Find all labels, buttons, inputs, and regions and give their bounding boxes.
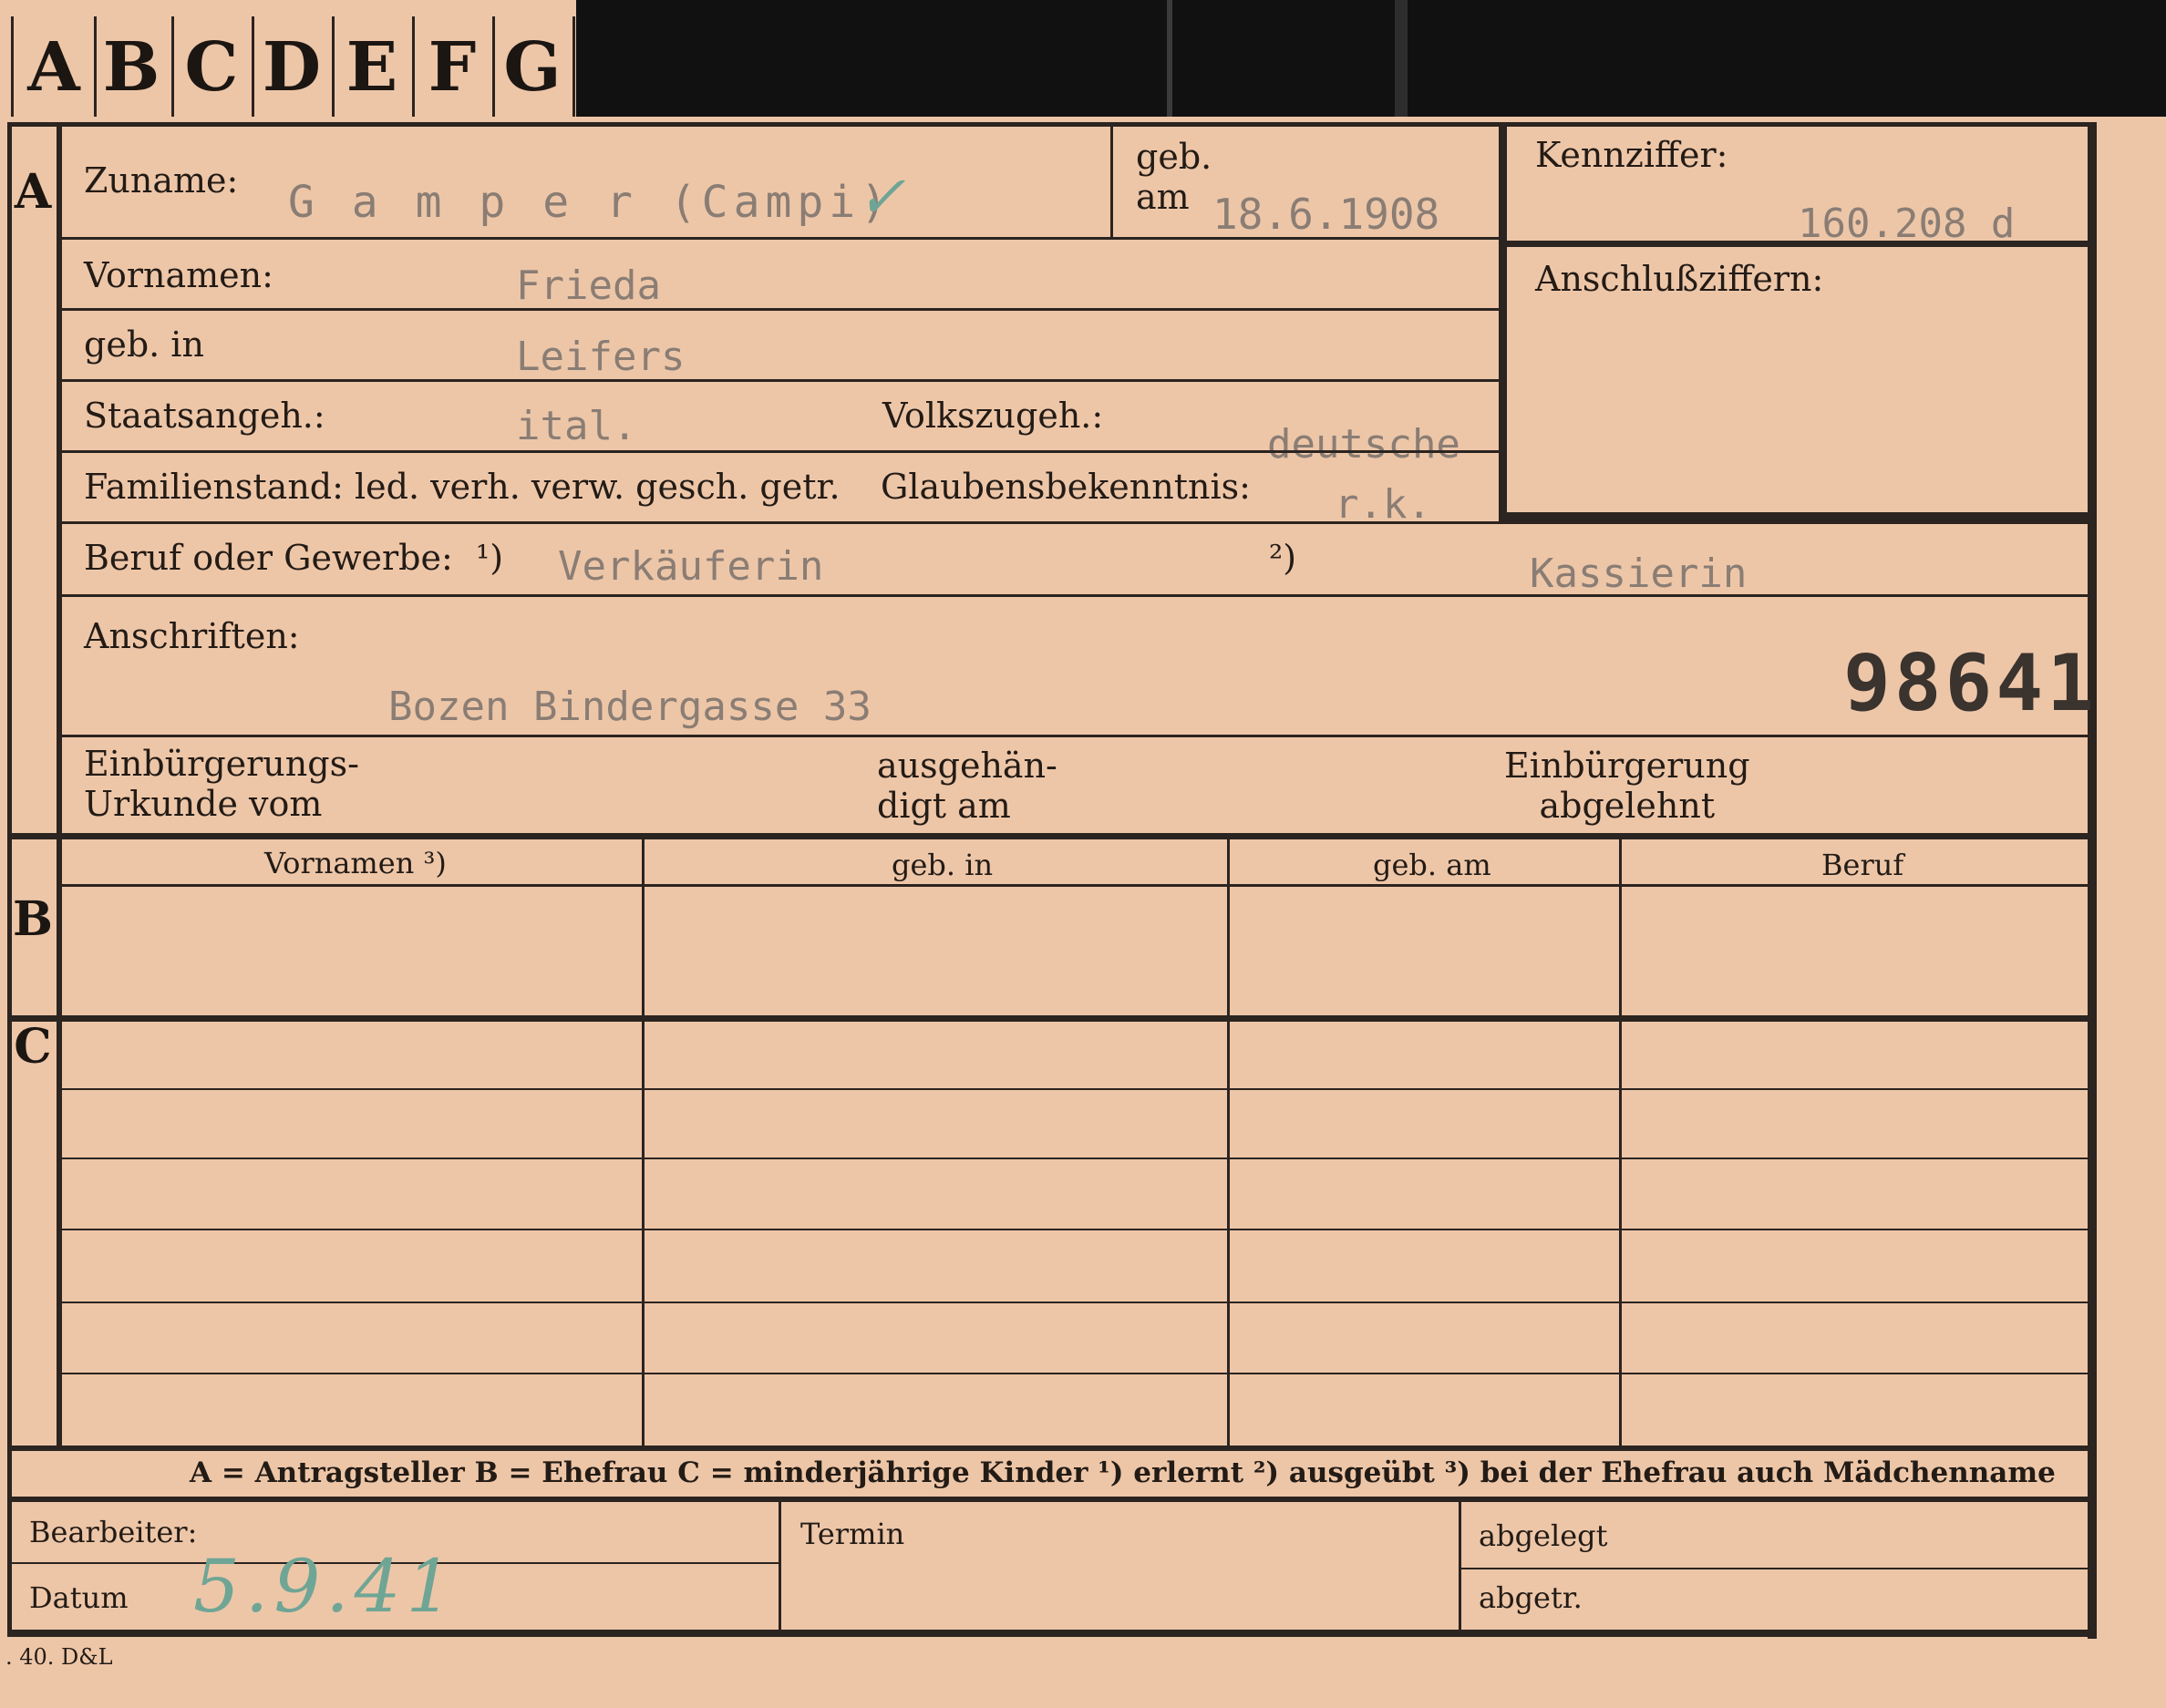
label-abgelegt: abgelegt <box>1479 1518 1608 1553</box>
frame-top <box>7 122 2093 127</box>
register-tab-d[interactable]: D <box>252 16 335 118</box>
rule-abgelegt-left <box>1459 1502 1461 1631</box>
rule-child-row-2 <box>62 1158 2089 1159</box>
register-tab-g[interactable]: G <box>492 16 575 118</box>
table-header-geb-am: geb. am <box>1373 848 1491 882</box>
value-zuname: G a m p e r (Campi) <box>288 177 893 228</box>
section-letter-c: C <box>14 1019 52 1075</box>
value-vornamen: Frieda <box>516 262 661 309</box>
rule-child-row-3 <box>62 1229 2089 1230</box>
value-geb-am: 18.6.1908 <box>1212 190 1440 239</box>
label-anschlussziffern: Anschlußziffern: <box>1535 259 1824 299</box>
value-geb-in: Leifers <box>516 334 686 380</box>
label-abgetr: abgetr. <box>1479 1580 1583 1615</box>
value-volkszugeh: deutsche <box>1267 421 1460 468</box>
value-beruf-ausgeuebt: Kassierin <box>1530 550 1748 597</box>
rule-termin-left <box>779 1502 781 1631</box>
label-kennziffer: Kennziffer: <box>1535 135 1728 175</box>
frame-left-inner <box>57 122 62 1446</box>
rule-row-7 <box>62 735 2089 737</box>
label-beruf: Beruf oder Gewerbe: <box>84 538 453 578</box>
table-header-geb-in: geb. in <box>892 848 994 882</box>
rule-anschlussziffern-bottom <box>1499 512 2089 521</box>
label-geb-in: geb. in <box>84 324 204 365</box>
table-header-beruf: Beruf <box>1821 848 1904 882</box>
section-letter-a: A <box>14 164 52 220</box>
value-datum-handwritten: 5.9.41 <box>193 1544 459 1629</box>
rule-table-top <box>7 833 2089 839</box>
rule-table-header-bottom <box>62 884 2089 887</box>
rule-child-row-1 <box>62 1088 2089 1090</box>
label-familienstand: Familienstand: led. verh. verw. gesch. g… <box>84 467 841 507</box>
label-datum: Datum <box>29 1580 129 1615</box>
label-volkszugeh: Volkszugeh.: <box>882 396 1104 436</box>
label-termin: Termin <box>800 1517 905 1551</box>
rule-row-5 <box>62 521 2089 524</box>
check-mark: ✓ <box>857 164 912 232</box>
value-staatsangeh: ital. <box>516 403 637 449</box>
label-einbuergerungs-urkunde: Einbürgerungs- Urkunde vom <box>84 744 359 824</box>
rule-child-row-4 <box>62 1302 2089 1303</box>
rule-row-3 <box>62 379 1499 382</box>
print-mark: . 40. D&L <box>5 1644 113 1670</box>
frame-left-outer <box>7 122 12 1635</box>
rule-legend-bottom <box>7 1497 2089 1502</box>
label-bearbeiter: Bearbeiter: <box>29 1515 198 1549</box>
value-beruf-erlernt: Verkäuferin <box>558 543 824 590</box>
label-vornamen: Vornamen: <box>84 255 273 295</box>
register-tab-a[interactable]: A <box>11 16 97 118</box>
backdrop-strip-b <box>1395 0 1408 117</box>
index-card-scan: ABCDEFG A B C Zuname: G a m p e r (Campi… <box>0 0 2166 1708</box>
label-geb-am: geb. am <box>1136 137 1212 217</box>
section-letter-b: B <box>13 891 53 947</box>
rule-row-2 <box>62 308 1499 311</box>
register-tab-f[interactable]: F <box>412 16 495 118</box>
table-header-vornamen: Vornamen ³) <box>264 846 447 880</box>
rule-legend-top <box>7 1446 2089 1451</box>
rule-geb-am-left <box>1110 124 1113 237</box>
label-einbuergerung-abgelehnt: Einbürgerung abgelehnt <box>1504 746 1750 826</box>
register-tab-strip: ABCDEFG <box>0 0 576 122</box>
backdrop-strip-a <box>1167 0 1172 117</box>
rule-table-col-1 <box>642 837 645 1446</box>
rule-table-col-2 <box>1227 837 1230 1446</box>
register-tab-b[interactable]: B <box>91 16 174 118</box>
value-anschrift: Bozen Bindergasse 33 <box>388 684 872 730</box>
rule-spouse-children-divider <box>7 1015 2089 1022</box>
beruf-note-2: ²) <box>1269 538 1297 578</box>
label-staatsangeh: Staatsangeh.: <box>84 396 325 436</box>
rule-abgelegt-bottom <box>1459 1568 2089 1569</box>
label-zuname: Zuname: <box>84 160 239 201</box>
rule-kennziffer-left <box>1499 124 1507 523</box>
register-tab-e[interactable]: E <box>332 16 415 118</box>
register-tab-c[interactable]: C <box>171 16 254 118</box>
label-glaubensbekenntnis: Glaubensbekenntnis: <box>881 467 1251 507</box>
rule-row-6 <box>62 594 2089 597</box>
legend-text: A = Antragsteller B = Ehefrau C = minder… <box>190 1456 2056 1489</box>
frame-bottom <box>7 1630 2097 1637</box>
rule-row-1 <box>62 237 1499 240</box>
rule-kennziffer-bottom <box>1499 241 2089 247</box>
frame-right <box>2088 122 2097 1639</box>
rule-row-4 <box>62 450 1499 453</box>
record-card: A B C Zuname: G a m p e r (Campi) ✓ geb.… <box>0 117 2166 1708</box>
stamped-number: 98641 <box>1843 638 2098 729</box>
label-ausgehaendigt: ausgehän- digt am <box>877 746 1057 826</box>
label-anschriften: Anschriften: <box>84 616 300 656</box>
rule-table-col-3 <box>1619 837 1622 1446</box>
beruf-note-1: ¹) <box>476 538 504 578</box>
rule-child-row-5 <box>62 1373 2089 1374</box>
